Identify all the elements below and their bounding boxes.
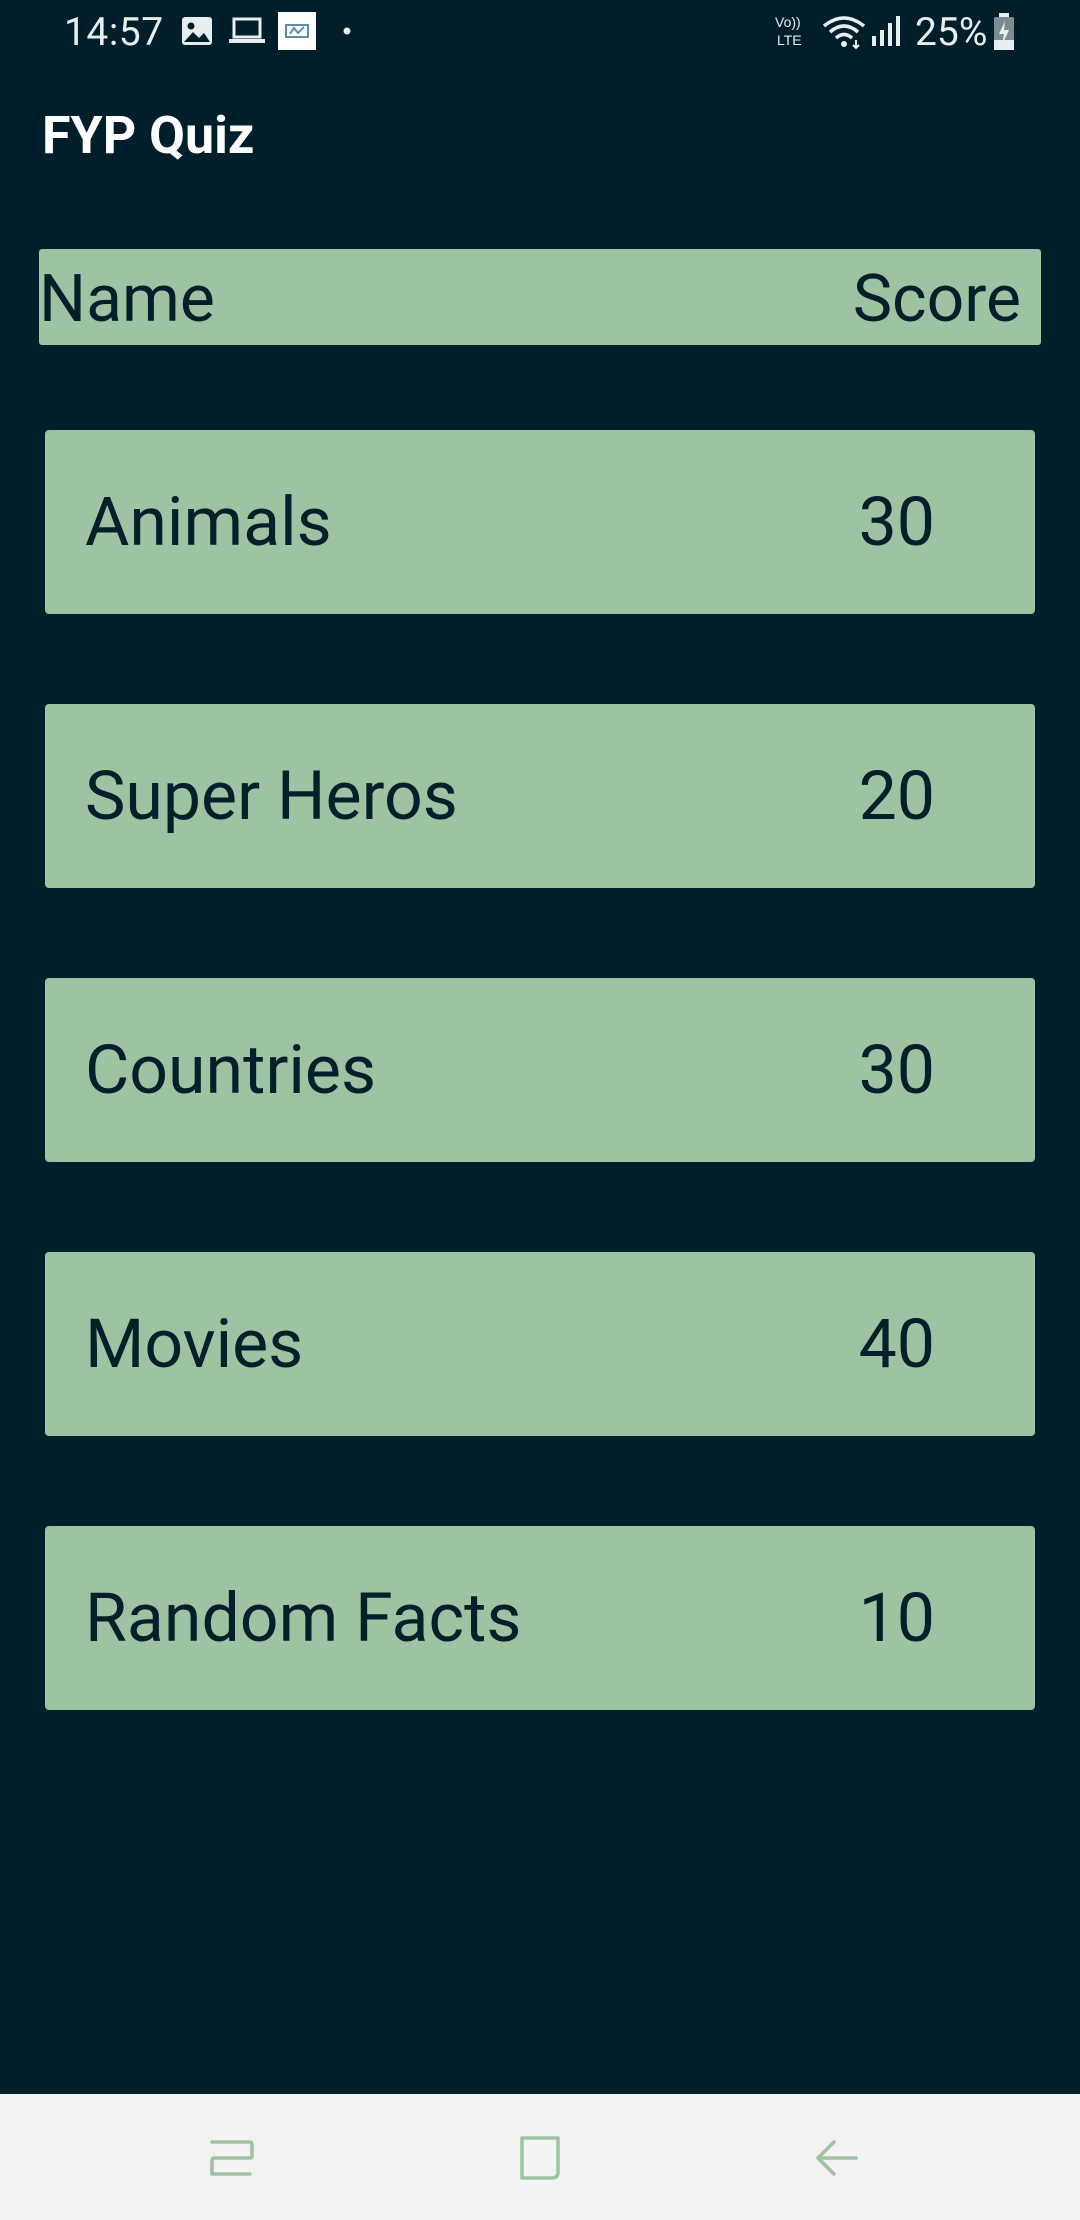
quiz-score: 30: [858, 1030, 935, 1110]
recent-apps-icon[interactable]: [192, 2118, 272, 2198]
app-notification-icon: [278, 12, 316, 50]
back-icon[interactable]: [798, 2118, 878, 2198]
quiz-score: 10: [858, 1578, 935, 1658]
quiz-name: Random Facts: [85, 1578, 522, 1658]
status-bar: 14:57 Vo)) LTE 25%: [0, 0, 1080, 64]
home-icon[interactable]: [500, 2118, 580, 2198]
dot-icon: [343, 27, 351, 35]
quiz-name: Countries: [85, 1030, 377, 1110]
quiz-name: Super Heros: [85, 756, 458, 836]
quiz-score: 30: [858, 482, 935, 562]
quiz-item-countries[interactable]: Countries 30: [45, 978, 1035, 1162]
battery-charging-icon: [994, 13, 1014, 50]
app-title: FYP Quiz: [42, 105, 255, 166]
volte-icon: Vo)) LTE: [775, 14, 802, 48]
header-score-label: Score: [852, 261, 1021, 338]
navigation-bar: [0, 2094, 1080, 2220]
quiz-item-super-heros[interactable]: Super Heros 20: [45, 704, 1035, 888]
battery-percent: 25%: [915, 9, 988, 55]
quiz-item-random-facts[interactable]: Random Facts 10: [45, 1526, 1035, 1710]
laptop-icon: [229, 17, 265, 43]
svg-text:LTE: LTE: [777, 32, 802, 48]
svg-text:Vo)): Vo)): [775, 14, 801, 30]
header-name-label: Name: [39, 261, 215, 338]
signal-icon: [872, 16, 900, 46]
quiz-score: 40: [858, 1304, 935, 1384]
quiz-name: Animals: [85, 482, 332, 562]
quiz-item-animals[interactable]: Animals 30: [45, 430, 1035, 614]
image-icon: [182, 17, 212, 45]
leaderboard-header: Name Score: [39, 249, 1041, 345]
wifi-icon: [822, 16, 866, 50]
quiz-name: Movies: [85, 1304, 304, 1384]
app-bar: FYP Quiz: [0, 64, 1080, 212]
status-time: 14:57: [64, 9, 164, 55]
quiz-score: 20: [858, 756, 935, 836]
quiz-item-movies[interactable]: Movies 40: [45, 1252, 1035, 1436]
